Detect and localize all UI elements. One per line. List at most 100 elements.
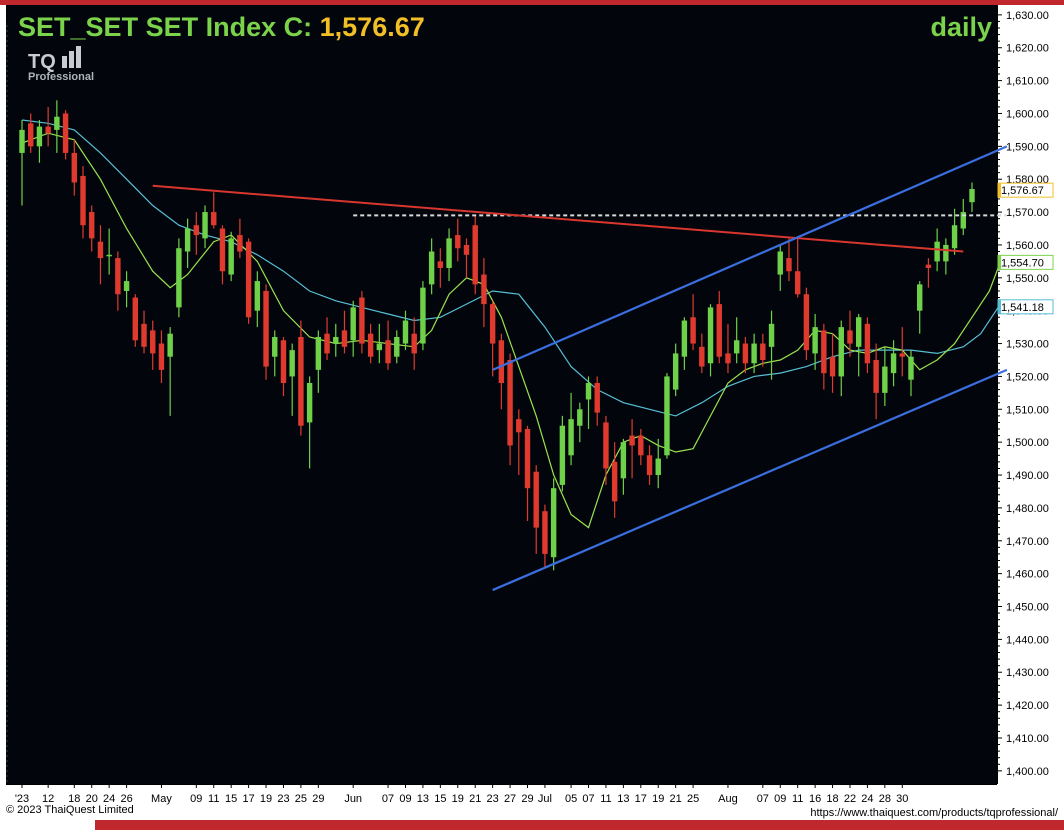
price-label-text: 1,576.67 — [1001, 185, 1044, 197]
candle-body — [524, 429, 531, 489]
candle-body — [821, 330, 827, 374]
candle-body — [751, 343, 757, 364]
date-tick-label: 27 — [504, 793, 516, 805]
date-tick-label: Jun — [344, 793, 362, 805]
candle-body — [167, 333, 173, 357]
candle-body — [306, 382, 313, 423]
candle-body — [585, 382, 592, 400]
candle-body — [289, 350, 295, 377]
candle-body — [455, 235, 461, 249]
candle-body — [324, 333, 330, 354]
candle-body — [725, 353, 731, 364]
date-tick-label: 07 — [757, 793, 769, 805]
bottom-accent-bar — [95, 820, 1064, 830]
logo-subtext: Professional — [28, 71, 94, 83]
price-tick-label: 1,610.00 — [1006, 76, 1049, 88]
candle-body — [594, 382, 600, 413]
price-tick-label: 1,420.00 — [1006, 700, 1049, 712]
candle-body — [106, 254, 112, 257]
candle-body — [559, 425, 566, 485]
price-chart[interactable]: 1,400.00 1,410.00 1,420.00 1,430.00 1,440.00… — [0, 5, 1064, 820]
candle-body — [568, 419, 574, 456]
candle-body — [428, 251, 435, 285]
date-tick-label: 15 — [434, 793, 446, 805]
candle-body — [141, 323, 147, 347]
date-tick-label: 09 — [399, 793, 411, 805]
price-tick-label: 1,500.00 — [1006, 437, 1049, 449]
date-tick-label: 28 — [879, 793, 891, 805]
price-tick-label: 1,630.00 — [1006, 10, 1049, 22]
date-tick-label: 19 — [452, 793, 464, 805]
candle-body — [855, 317, 862, 347]
candle-body — [690, 317, 696, 344]
candle-body — [19, 129, 25, 153]
date-tick-label: 07 — [382, 793, 394, 805]
price-tick-label: 1,620.00 — [1006, 43, 1049, 55]
candle-body — [969, 189, 975, 203]
candle-body — [115, 258, 121, 295]
date-tick-label: 30 — [896, 793, 908, 805]
period-label: daily — [930, 12, 992, 42]
price-tick-label: 1,440.00 — [1006, 634, 1049, 646]
candle-body — [132, 297, 139, 341]
candle-body — [603, 422, 609, 469]
candle-body — [385, 340, 391, 364]
date-tick-label: 11 — [792, 793, 803, 805]
price-tick-label: 1,490.00 — [1006, 470, 1049, 482]
candle-body — [733, 340, 740, 354]
date-tick-label: 09 — [190, 793, 202, 805]
candle-body — [411, 333, 417, 354]
candle-body — [463, 244, 470, 255]
candle-body — [794, 271, 801, 295]
candle-body — [341, 330, 348, 347]
chart-window: 1,400.00 1,410.00 1,420.00 1,430.00 1,440.00… — [0, 0, 1064, 830]
date-tick-label: 22 — [844, 793, 856, 805]
candle-body — [489, 304, 496, 344]
price-tick-label: 1,460.00 — [1006, 569, 1049, 581]
price-label-marker — [998, 255, 1001, 270]
date-tick-label: 19 — [652, 793, 664, 805]
candle-body — [184, 228, 191, 252]
date-tick-label: Aug — [718, 793, 738, 805]
price-tick-label: 1,550.00 — [1006, 273, 1049, 285]
candle-body — [193, 225, 200, 236]
candle-body — [934, 241, 940, 262]
candle-body — [228, 238, 234, 275]
candle-body — [315, 336, 322, 370]
price-label-text: 1,541.18 — [1001, 302, 1044, 314]
candle-body — [176, 248, 182, 308]
candle-body — [481, 274, 487, 305]
price-tick-label: 1,510.00 — [1006, 404, 1049, 416]
date-tick-label: 19 — [260, 793, 272, 805]
price-tick-label: 1,600.00 — [1006, 108, 1049, 120]
candle-body — [533, 471, 539, 528]
candle-body — [507, 359, 513, 446]
source-url[interactable]: https://www.thaiquest.com/products/tqpro… — [810, 807, 1059, 819]
candle-body — [376, 343, 383, 351]
date-tick-label: 21 — [670, 793, 682, 805]
date-tick-label: 29 — [521, 793, 533, 805]
candle-body — [707, 307, 714, 364]
price-label-text: 1,554.70 — [1001, 257, 1044, 269]
price-tick-label: 1,520.00 — [1006, 371, 1049, 383]
price-tick-label: 1,570.00 — [1006, 207, 1049, 219]
candle-body — [699, 346, 705, 367]
candle-body — [577, 409, 583, 426]
candle-body — [908, 356, 914, 380]
date-tick-label: 25 — [687, 793, 699, 805]
candle-body — [350, 307, 356, 341]
date-tick-label: 16 — [809, 793, 821, 805]
candle-body — [812, 327, 818, 354]
candle-body — [54, 116, 60, 130]
candle-body — [620, 442, 627, 479]
candle-body — [786, 258, 792, 272]
price-tick-label: 1,480.00 — [1006, 503, 1049, 515]
candle-body — [803, 294, 810, 351]
candle-body — [158, 343, 165, 370]
candle-body — [925, 264, 932, 268]
candle-body — [245, 241, 252, 318]
candle-body — [777, 251, 783, 275]
date-tick-label: 21 — [469, 793, 481, 805]
candle-body — [629, 435, 635, 446]
price-tick-label: 1,590.00 — [1006, 141, 1049, 153]
